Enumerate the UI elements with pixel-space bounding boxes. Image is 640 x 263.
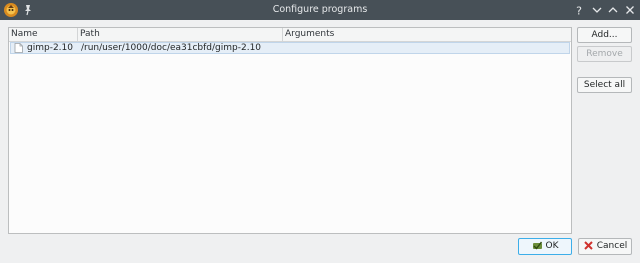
remove-button[interactable]: Remove xyxy=(577,46,632,62)
programs-list[interactable]: Name Path Arguments gimp-2.10 /run/user/… xyxy=(8,27,572,234)
ok-icon xyxy=(532,240,543,251)
help-icon[interactable]: ? xyxy=(571,2,587,18)
column-header-name[interactable]: Name xyxy=(9,28,78,41)
row-path: /run/user/1000/doc/ea31cbfd/gimp-2.10 xyxy=(81,43,262,53)
title-bar[interactable]: Configure programs ? xyxy=(0,0,640,20)
row-name: gimp-2.10 xyxy=(27,43,73,53)
column-header-path[interactable]: Path xyxy=(78,28,283,41)
minimize-icon[interactable] xyxy=(589,2,605,18)
cancel-icon xyxy=(583,240,594,251)
add-button[interactable]: Add... xyxy=(577,27,632,43)
ok-button[interactable]: OK xyxy=(518,238,572,255)
maximize-icon[interactable] xyxy=(605,2,621,18)
cancel-label: Cancel xyxy=(596,241,628,251)
table-row[interactable]: gimp-2.10 /run/user/1000/doc/ea31cbfd/gi… xyxy=(10,42,570,54)
close-icon[interactable] xyxy=(622,2,638,18)
cancel-button[interactable]: Cancel xyxy=(578,238,632,255)
svg-text:?: ? xyxy=(576,5,582,18)
list-header: Name Path Arguments xyxy=(9,28,571,42)
select-all-button[interactable]: Select all xyxy=(577,77,632,93)
column-header-arguments[interactable]: Arguments xyxy=(283,28,571,41)
window-title: Configure programs xyxy=(272,4,368,15)
file-icon xyxy=(14,43,23,53)
ok-label: OK xyxy=(545,241,559,251)
